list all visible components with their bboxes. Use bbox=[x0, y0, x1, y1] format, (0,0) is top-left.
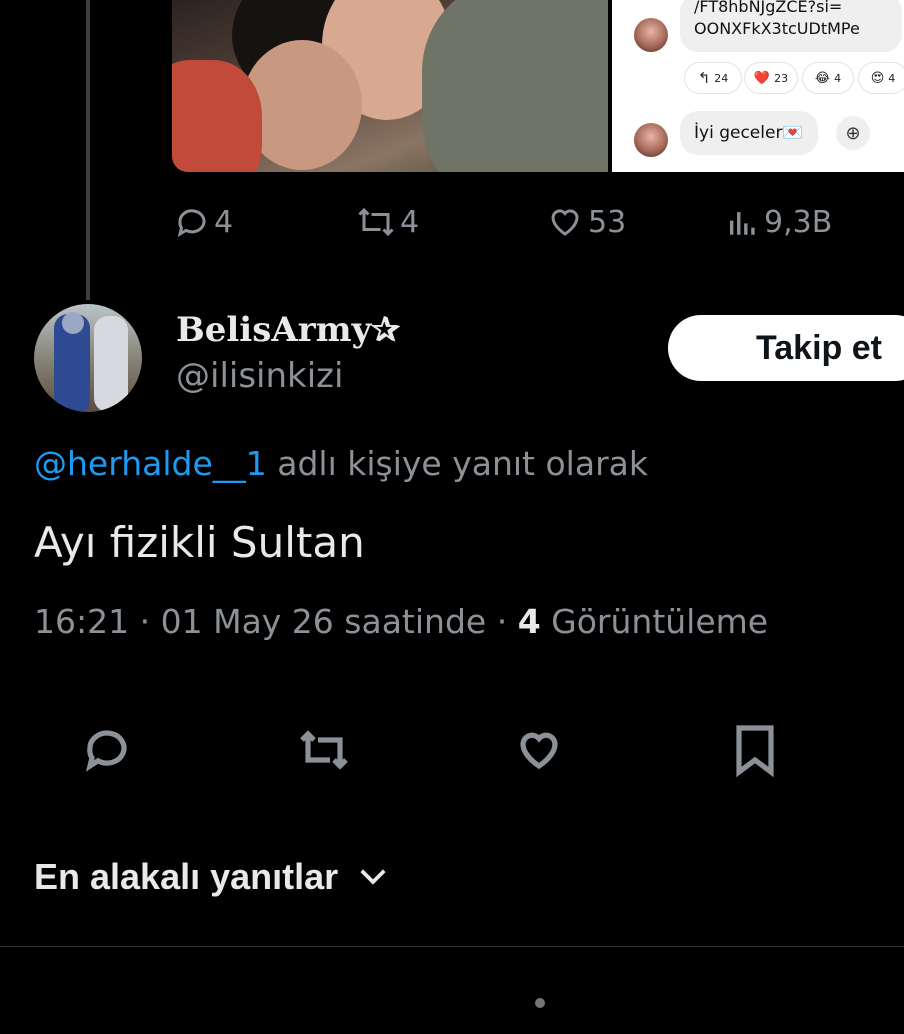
reaction-reply: ↰ 24 bbox=[684, 62, 742, 94]
reply-arrow-icon: ↰ bbox=[697, 69, 711, 87]
reaction-count: 24 bbox=[714, 71, 729, 85]
reply-to-suffix: adlı kişiye yanıt olarak bbox=[277, 444, 648, 483]
view-count: 4 bbox=[517, 602, 541, 641]
quoted-chat-screenshot[interactable]: /FT8hbNJgZCE?si= OONXFkX3tcUDtMPe ↰ 24 ❤… bbox=[612, 0, 904, 172]
replying-to-line: @herhalde__1 adlı kişiye yanıt olarak bbox=[34, 444, 648, 483]
user-handle[interactable]: @ilisinkizi bbox=[176, 356, 343, 396]
prev-reply-stat[interactable]: 4 bbox=[174, 200, 233, 244]
like-button[interactable] bbox=[511, 722, 567, 778]
chat-avatar bbox=[634, 123, 668, 157]
reply-count: 4 bbox=[214, 204, 234, 240]
reaction-count: 23 bbox=[774, 71, 789, 85]
chat-link-bubble: /FT8hbNJgZCE?si= OONXFkX3tcUDtMPe bbox=[680, 0, 902, 52]
avatar-figure-shape bbox=[94, 316, 128, 412]
reaction-heart-eyes: 😍 4 bbox=[858, 62, 904, 94]
divider bbox=[0, 946, 904, 947]
add-reaction-icon: ⊕ bbox=[836, 116, 870, 150]
repost-count: 4 bbox=[400, 204, 420, 240]
reaction-count: 4 bbox=[888, 71, 896, 85]
repost-icon bbox=[358, 207, 394, 237]
prev-views-stat[interactable]: 9,3B bbox=[726, 200, 832, 244]
reaction-laugh: 😂 4 bbox=[802, 62, 854, 94]
meta-separator: · bbox=[496, 602, 508, 641]
display-name[interactable]: BelisArmy✰ bbox=[176, 310, 400, 350]
red-heart-icon: ❤️ bbox=[753, 70, 771, 86]
heart-eyes-emoji-icon: 😍 bbox=[870, 70, 885, 86]
loading-dot bbox=[535, 998, 545, 1008]
repost-icon bbox=[300, 730, 348, 770]
quoted-photo[interactable] bbox=[172, 0, 608, 172]
bookmark-icon bbox=[736, 725, 774, 778]
replies-sort-dropdown[interactable]: En alakalı yanıtlar bbox=[34, 856, 388, 898]
tweet-date[interactable]: 01 May 26 saatinde bbox=[161, 602, 487, 641]
reply-button[interactable] bbox=[79, 722, 135, 778]
chevron-down-icon bbox=[360, 869, 386, 885]
heart-icon bbox=[551, 209, 579, 236]
photo-jacket-shape bbox=[422, 0, 608, 172]
tweet-meta: 16:21 · 01 May 26 saatinde · 4 Görüntüle… bbox=[34, 602, 768, 641]
tweet-text: Ayı fizikli Sultan bbox=[34, 518, 365, 567]
chat-link-line: /FT8hbNJgZCE?si= bbox=[694, 0, 843, 16]
repost-button[interactable] bbox=[296, 722, 352, 778]
reply-icon bbox=[177, 209, 206, 238]
heart-icon bbox=[520, 732, 558, 770]
reply-mention-link[interactable]: @herhalde__1 bbox=[34, 444, 267, 483]
like-count: 53 bbox=[588, 204, 627, 240]
views-count: 9,3B bbox=[764, 204, 833, 240]
laughing-emoji-icon: 😂 bbox=[814, 70, 831, 86]
reaction-heart: ❤️ 23 bbox=[744, 62, 798, 94]
avatar[interactable] bbox=[34, 304, 142, 412]
chat-avatar bbox=[634, 18, 668, 52]
reply-icon bbox=[85, 730, 127, 772]
prev-repost-stat[interactable]: 4 bbox=[356, 200, 419, 244]
prev-like-stat[interactable]: 53 bbox=[546, 200, 626, 244]
bookmark-button[interactable] bbox=[727, 722, 783, 778]
chat-message-bubble: İyi geceler💌 bbox=[680, 111, 818, 155]
tweet-time[interactable]: 16:21 bbox=[34, 602, 129, 641]
chat-link-line: OONXFkX3tcUDtMPe bbox=[694, 19, 860, 38]
follow-button[interactable]: Takip et bbox=[668, 315, 904, 381]
reaction-count: 4 bbox=[834, 71, 842, 85]
views-chart-icon bbox=[729, 212, 755, 235]
meta-separator: · bbox=[139, 602, 151, 641]
avatar-figure-shape bbox=[62, 312, 84, 334]
replies-sort-label: En alakalı yanıtlar bbox=[34, 856, 339, 897]
view-label: Görüntüleme bbox=[551, 602, 769, 641]
photo-sleeve-shape bbox=[172, 60, 262, 172]
thread-line bbox=[86, 0, 90, 300]
